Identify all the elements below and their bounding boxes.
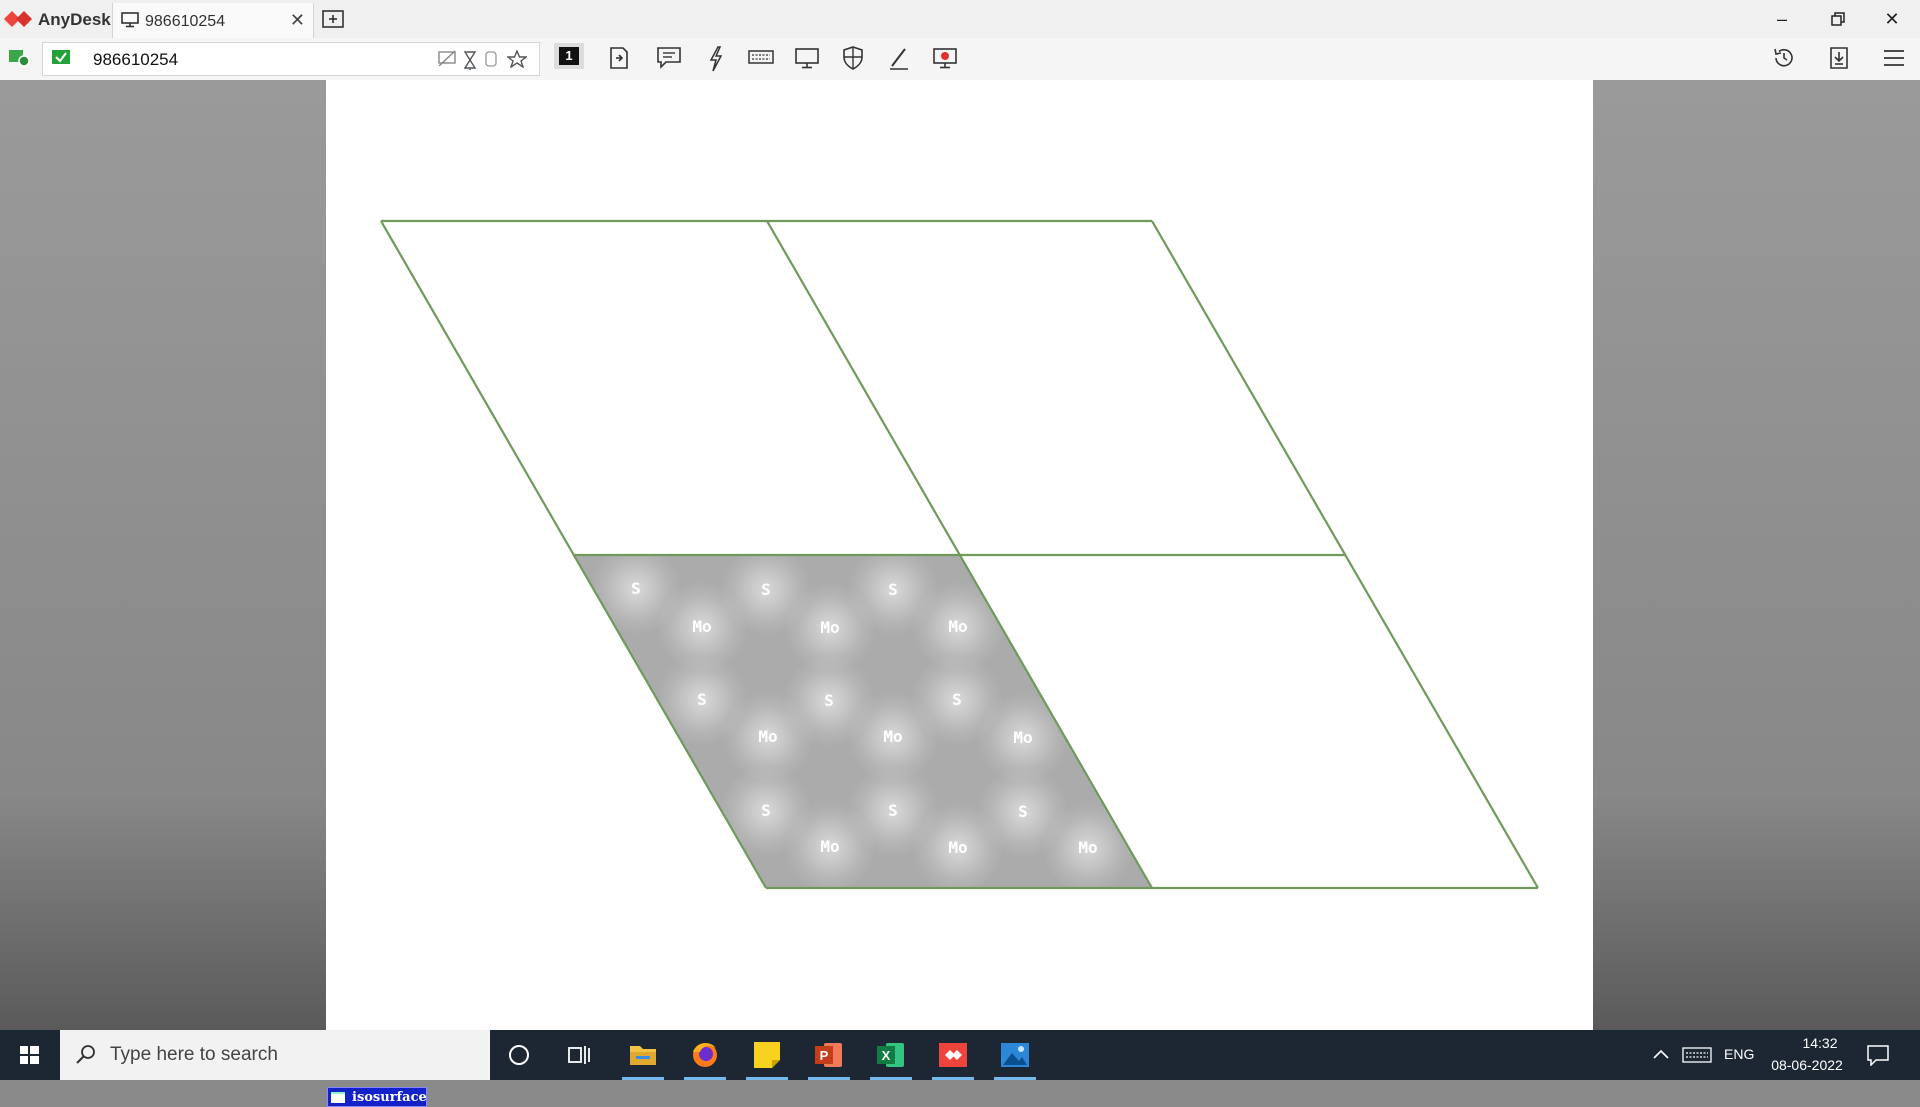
sulfur-atom-label: S: [761, 801, 771, 820]
display-number: 1: [559, 47, 579, 65]
molybdenum-atom-label: Mo: [1078, 838, 1097, 857]
history-icon[interactable]: [1772, 46, 1796, 70]
sulfur-atom-label: S: [952, 690, 962, 709]
taskbar-search-box[interactable]: Type here to search: [60, 1030, 490, 1080]
restore-icon[interactable]: [1818, 6, 1858, 32]
task-view-icon[interactable]: [554, 1030, 604, 1080]
windows-start-icon[interactable]: [0, 1030, 60, 1080]
connection-status-icon[interactable]: [8, 47, 30, 67]
actions-lightning-icon[interactable]: [708, 46, 724, 72]
chat-icon[interactable]: [656, 46, 682, 70]
show-hidden-icons-chevron-icon[interactable]: [1652, 1047, 1670, 1061]
svg-text:P: P: [820, 1048, 829, 1063]
address-bar[interactable]: 986610254: [42, 42, 540, 76]
molybdenum-atom-label: Mo: [948, 838, 967, 857]
close-window-icon[interactable]: ✕: [1872, 6, 1912, 32]
sulfur-atom-label: S: [1018, 802, 1028, 821]
crystal-cell-diagram: S S S S S S S S S Mo Mo Mo Mo Mo Mo Mo Mo Mo: [380, 219, 1539, 890]
close-tab-icon[interactable]: ✕: [290, 11, 305, 29]
sulfur-atom-label: S: [824, 691, 834, 710]
display-1-icon[interactable]: 1: [554, 43, 584, 69]
molybdenum-atom-label: Mo: [692, 617, 711, 636]
screen-off-icon[interactable]: [437, 50, 457, 68]
photos-icon[interactable]: [990, 1030, 1040, 1080]
input-language[interactable]: ENG: [1724, 1046, 1754, 1062]
display-settings-icon[interactable]: [794, 46, 820, 70]
taskbar: Type here to search P X ENG 14:32 08-06-…: [0, 1030, 1920, 1080]
molybdenum-atom-label: Mo: [758, 727, 777, 746]
excel-icon[interactable]: X: [866, 1030, 916, 1080]
file-transfer-icon[interactable]: [608, 46, 630, 70]
title-bar: AnyDesk 986610254 ✕ – ✕: [0, 0, 1920, 38]
firefox-icon[interactable]: [680, 1030, 730, 1080]
cortana-icon[interactable]: [494, 1030, 544, 1080]
sticky-notes-icon[interactable]: [742, 1030, 792, 1080]
monitor-icon: [121, 12, 139, 28]
molybdenum-atom-label: Mo: [820, 837, 839, 856]
download-icon[interactable]: [1828, 46, 1850, 70]
favorite-star-icon[interactable]: [507, 50, 527, 68]
molybdenum-atom-label: Mo: [820, 618, 839, 637]
sulfur-atom-label: S: [631, 579, 641, 598]
menu-icon[interactable]: [1882, 48, 1906, 68]
sulfur-atom-label: S: [761, 580, 771, 599]
keyboard-icon[interactable]: [748, 46, 774, 68]
touch-keyboard-icon[interactable]: [1682, 1046, 1712, 1064]
isosurface-window-badge[interactable]: isosurface: [327, 1087, 427, 1107]
app-name: AnyDesk: [38, 10, 111, 29]
session-toolbar: 986610254 1: [0, 38, 1920, 81]
powerpoint-icon[interactable]: P: [804, 1030, 854, 1080]
whiteboard-pen-icon[interactable]: [888, 46, 910, 70]
molybdenum-atom-label: Mo: [883, 727, 902, 746]
structure-viewer-canvas[interactable]: S S S S S S S S S Mo Mo Mo Mo Mo Mo Mo Mo Mo: [326, 80, 1593, 1030]
clock-date[interactable]: 08-06-2022: [1762, 1057, 1852, 1073]
clock-time[interactable]: 14:32: [1790, 1035, 1850, 1051]
isosurface-label: isosurface: [352, 1090, 427, 1105]
sulfur-atom-label: S: [888, 580, 898, 599]
window-icon: [331, 1092, 345, 1103]
address-value: 986610254: [93, 50, 179, 69]
molybdenum-atom-label: Mo: [1013, 728, 1032, 747]
file-explorer-icon[interactable]: [618, 1030, 668, 1080]
sulfur-atom-label: S: [697, 690, 707, 709]
notifications-icon[interactable]: [1866, 1044, 1890, 1066]
search-placeholder: Type here to search: [110, 1044, 278, 1065]
verified-check-icon: [52, 50, 70, 64]
svg-text:X: X: [882, 1048, 891, 1063]
bookmark-icon[interactable]: [485, 50, 497, 68]
minimize-icon[interactable]: –: [1762, 6, 1802, 32]
anydesk-logo-icon: [4, 11, 32, 27]
search-icon: [76, 1045, 95, 1064]
record-icon[interactable]: [932, 46, 958, 70]
remote-desktop-view[interactable]: S S S S S S S S S Mo Mo Mo Mo Mo Mo Mo Mo Mo isosurface: [0, 80, 1920, 1107]
anydesk-taskbar-icon[interactable]: [928, 1030, 978, 1080]
session-tab[interactable]: 986610254 ✕: [112, 3, 314, 38]
sulfur-atom-label: S: [888, 801, 898, 820]
molybdenum-atom-label: Mo: [948, 617, 967, 636]
new-tab-icon[interactable]: [322, 9, 344, 29]
tab-label: 986610254: [145, 13, 226, 30]
permissions-shield-icon[interactable]: [842, 46, 864, 70]
hourglass-icon[interactable]: [463, 50, 477, 70]
